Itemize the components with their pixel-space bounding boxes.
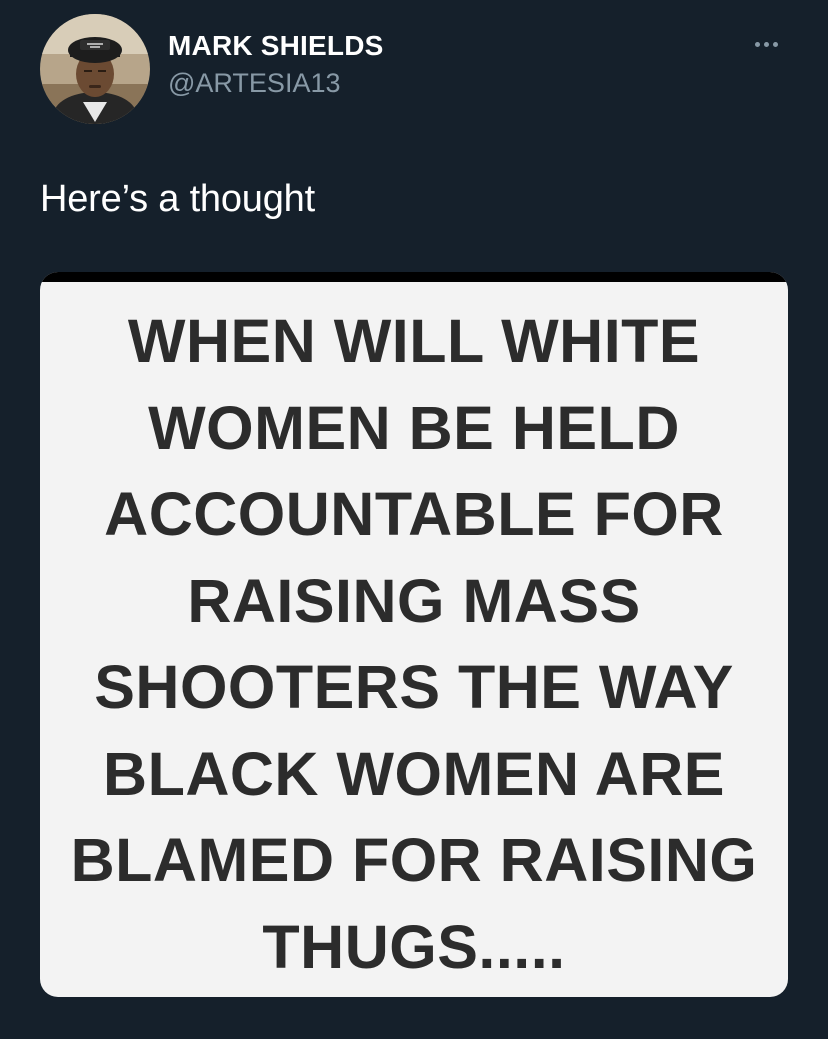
tweet-text: Here’s a thought bbox=[40, 178, 315, 220]
meme-line: RAISING MASS bbox=[187, 566, 641, 635]
user-handle[interactable]: @ARTESIA13 bbox=[168, 66, 384, 100]
meme-line: SHOOTERS THE WAY bbox=[94, 653, 734, 721]
meme-line: BLACK WOMEN ARE bbox=[103, 739, 725, 808]
meme-line: WHEN WILL WHITE bbox=[127, 307, 701, 375]
media-top-border bbox=[40, 272, 788, 282]
meme-line: ACCOUNTABLE FOR bbox=[104, 480, 724, 548]
meme-text: WHEN WILL WHITE WOMEN BE HELD ACCOUNTABL… bbox=[40, 298, 788, 990]
avatar[interactable] bbox=[40, 14, 150, 124]
more-dot bbox=[772, 41, 778, 47]
tweet: MARK SHIELDS @ARTESIA13 Here’s a thought… bbox=[0, 0, 828, 1039]
meme-line: BLAMED FOR RAISING bbox=[70, 826, 758, 894]
more-options-icon[interactable] bbox=[744, 30, 788, 58]
more-dot bbox=[763, 41, 769, 47]
display-name[interactable]: MARK SHIELDS bbox=[168, 30, 384, 62]
meme-line: THUGS..... bbox=[262, 912, 566, 981]
meme-line: WOMEN BE HELD bbox=[148, 393, 680, 462]
tweet-media-image[interactable]: WHEN WILL WHITE WOMEN BE HELD ACCOUNTABL… bbox=[40, 272, 788, 997]
avatar-image bbox=[40, 14, 150, 124]
author-info: MARK SHIELDS @ARTESIA13 bbox=[168, 30, 384, 100]
more-dot bbox=[754, 41, 760, 47]
